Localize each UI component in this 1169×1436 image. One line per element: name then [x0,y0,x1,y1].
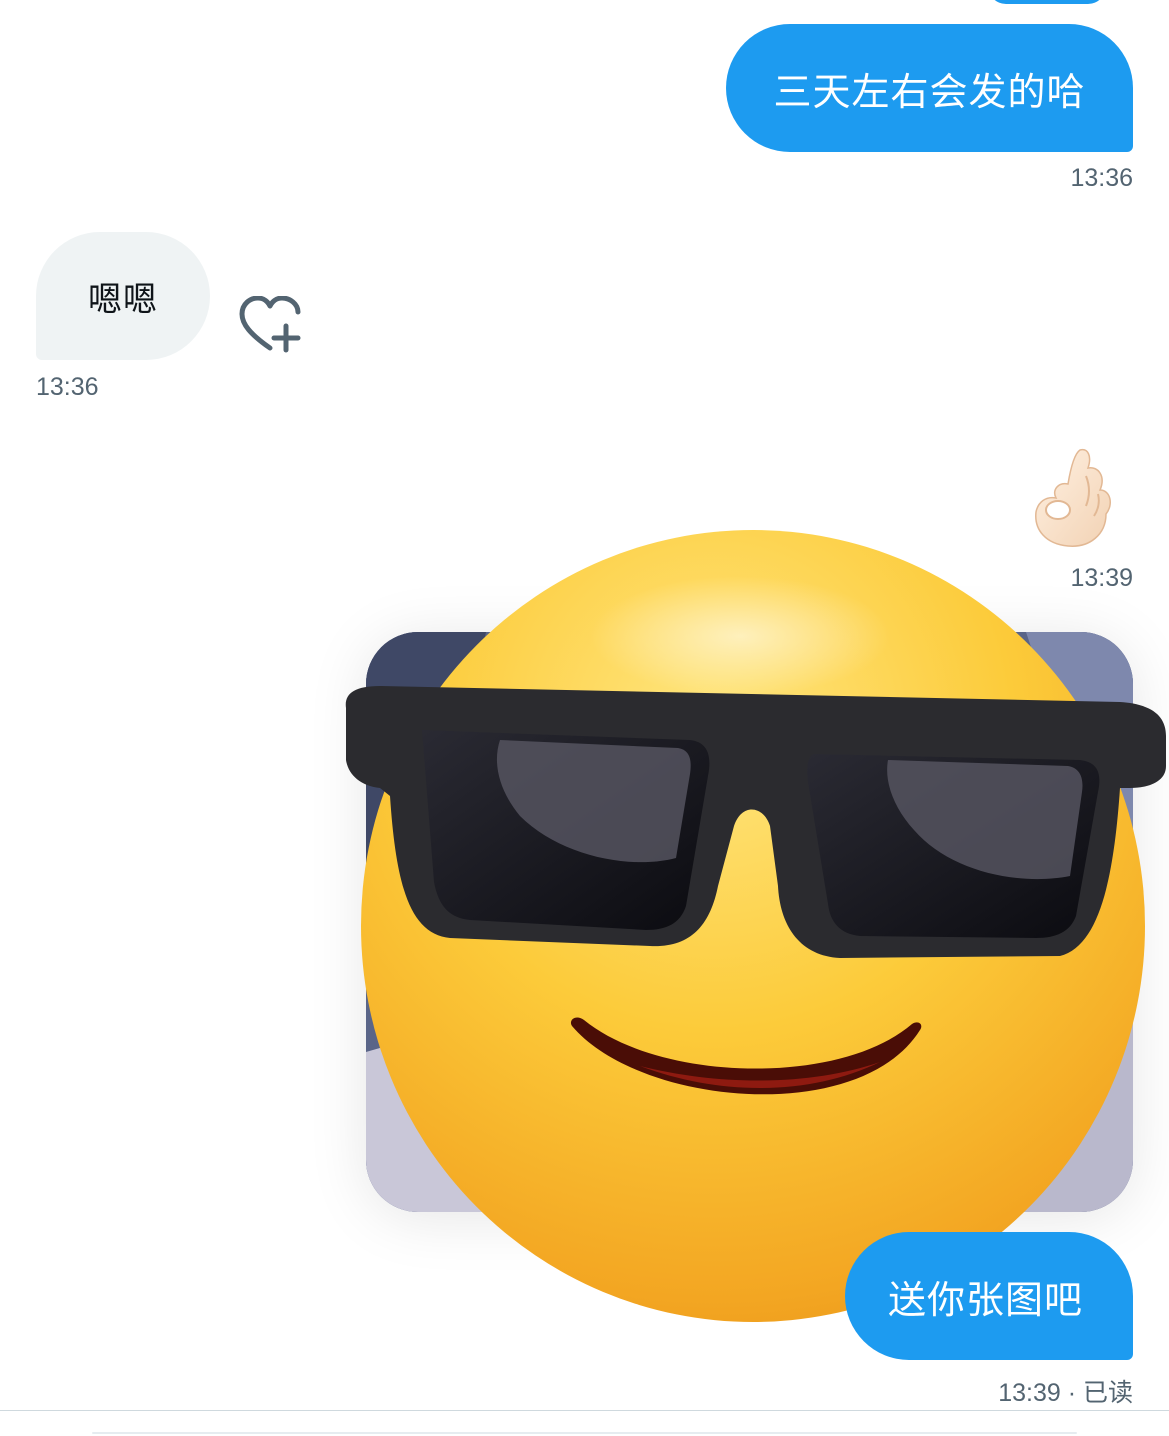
message-text: 三天左右会发的哈 [773,69,1086,114]
previous-message-bubble-edge [988,0,1106,4]
heart-plus-icon[interactable] [238,295,304,356]
read-receipt: 已读 [1082,1379,1133,1407]
message-timestamp: 13:39 [998,1379,1061,1407]
sunglasses-face-emoji[interactable] [340,526,1169,1326]
message-bubble-incoming[interactable]: 嗯嗯 [36,232,210,360]
message-timestamp: 13:36 [36,373,99,401]
message-bubble-outgoing[interactable]: 送你张图吧 [845,1232,1133,1360]
message-timestamp: 13:36 [1070,164,1133,192]
message-text: 嗯嗯 [88,279,158,320]
composer-divider [0,1410,1169,1411]
message-bubble-outgoing[interactable]: 三天左右会发的哈 [726,24,1133,152]
message-status-line: 13:39 · 已读 [998,1373,1133,1409]
status-separator: · [1067,1379,1077,1407]
composer-top-edge [92,1432,1077,1434]
message-text: 送你张图吧 [887,1277,1083,1322]
